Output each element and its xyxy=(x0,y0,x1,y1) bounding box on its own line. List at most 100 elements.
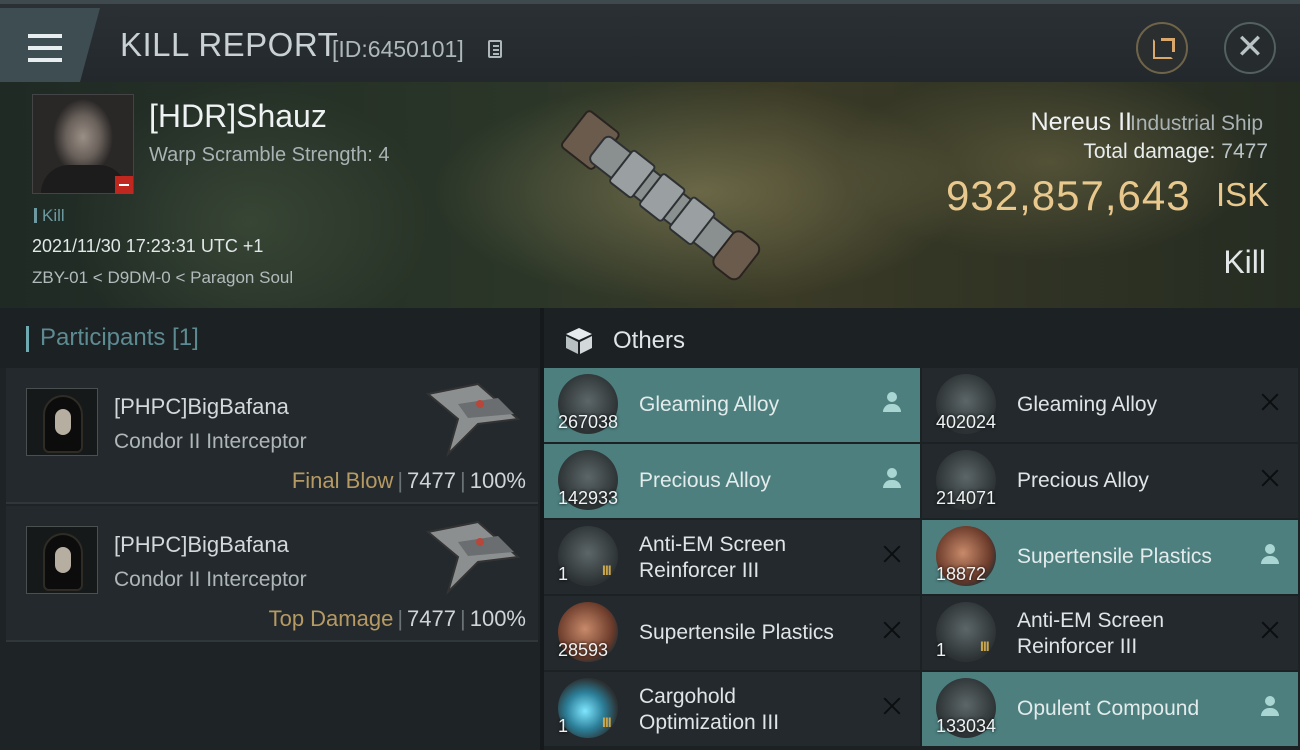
kill-location[interactable]: ZBY-01 < D9DM-0 < Paragon Soul xyxy=(32,268,293,288)
item-quantity: 402024 xyxy=(936,412,997,432)
participant-stats: Final Blow | 7477 | 100% xyxy=(291,468,526,493)
cube-icon xyxy=(566,328,592,354)
share-button[interactable] xyxy=(1136,22,1188,74)
item-quantity: 267038 xyxy=(558,412,619,432)
participant-damage: 7477 xyxy=(407,606,456,631)
participant-name: [PHPC]BigBafana xyxy=(114,394,289,419)
destroyed-x-icon xyxy=(1258,390,1282,414)
item-row[interactable]: 133034 Opulent Compound xyxy=(922,672,1298,746)
item-row[interactable]: 267038 Gleaming Alloy xyxy=(544,368,920,442)
participant-ship-image xyxy=(425,520,521,596)
item-name: Precious Alloy xyxy=(1017,469,1149,492)
dropped-person-icon xyxy=(1258,542,1282,566)
participant-damage: 7477 xyxy=(407,468,456,493)
tier-badge: III xyxy=(602,714,612,730)
item-row[interactable]: III 1 Anti-EM Screen Reinforcer III xyxy=(544,520,920,594)
kill-datetime: 2021/11/30 17:23:31 UTC +1 xyxy=(32,236,264,256)
item-quantity: 28593 xyxy=(558,640,609,660)
menu-icon-bar xyxy=(28,58,62,62)
victim-ship-name[interactable]: Nereus II xyxy=(1031,108,1132,137)
item-row[interactable]: 402024 Gleaming Alloy xyxy=(922,368,1298,442)
dropped-person-icon xyxy=(880,466,904,490)
victim-ship-class: Industrial Ship xyxy=(1130,112,1264,135)
item-name-line1: Anti-EM Screen xyxy=(1017,609,1165,632)
total-damage: Total damage: 7477 xyxy=(1083,140,1268,164)
participants-header[interactable]: Participants [1] xyxy=(0,308,540,368)
participant-avatar xyxy=(26,388,98,456)
destroyed-x-icon xyxy=(880,542,904,566)
item-quantity: 214071 xyxy=(936,488,997,508)
item-name: Gleaming Alloy xyxy=(639,393,780,416)
isk-unit: ISK xyxy=(1216,176,1270,213)
destroyed-x-icon xyxy=(1258,466,1282,490)
item-quantity: 1 xyxy=(558,716,569,736)
item-quantity: 1 xyxy=(558,564,569,584)
victim-ship-image[interactable] xyxy=(530,92,790,302)
header-accent xyxy=(26,326,29,352)
participant-percent: 100% xyxy=(469,606,526,631)
participant-tag: Top Damage xyxy=(268,606,394,631)
item-row[interactable]: 142933 Precious Alloy xyxy=(544,444,920,518)
item-row[interactable]: 214071 Precious Alloy xyxy=(922,444,1298,518)
menu-button[interactable] xyxy=(0,8,100,82)
participant-ship-image xyxy=(425,382,521,458)
total-damage-value: 7477 xyxy=(1221,140,1268,163)
participants-panel: Participants [1] [PHPC]BigBafana Condor … xyxy=(0,308,540,750)
avatar-face xyxy=(55,409,71,435)
kill-tag: Kill xyxy=(34,206,65,226)
participants-title: Participants [1] xyxy=(40,324,199,351)
menu-icon-bar xyxy=(28,46,62,50)
destroyed-x-icon xyxy=(880,618,904,642)
item-name: Supertensile Plastics xyxy=(639,621,834,644)
item-name-line1: Anti-EM Screen xyxy=(639,533,787,556)
result-label: Kill xyxy=(1223,244,1266,280)
item-quantity: 18872 xyxy=(936,564,987,584)
item-name: Opulent Compound xyxy=(1017,697,1200,720)
participant-name: [PHPC]BigBafana xyxy=(114,532,289,557)
title-bar: KILL REPORT [ID:6450101] ✕ xyxy=(0,0,1300,82)
copy-icon[interactable] xyxy=(488,40,502,58)
participant-percent: 100% xyxy=(469,468,526,493)
avatar-face xyxy=(55,547,71,573)
destroyed-x-icon xyxy=(1258,618,1282,642)
tier-badge: III xyxy=(602,562,612,578)
corp-standing-badge xyxy=(115,176,133,194)
item-name-line2: Reinforcer III xyxy=(639,559,760,582)
item-quantity: 1 xyxy=(936,640,947,660)
item-name-line1: Cargohold xyxy=(639,685,736,708)
close-button[interactable]: ✕ xyxy=(1224,22,1276,74)
menu-icon xyxy=(28,34,62,38)
participant-ship: Condor II Interceptor xyxy=(114,568,307,591)
tier-badge: III xyxy=(980,638,990,654)
item-name: Gleaming Alloy xyxy=(1017,393,1158,416)
participant-card[interactable]: [PHPC]BigBafana Condor II Interceptor Fi… xyxy=(6,368,538,504)
item-name: Supertensile Plastics xyxy=(1017,545,1212,568)
isk-value: 932,857,643 xyxy=(946,172,1191,219)
items-title: Others xyxy=(613,327,686,354)
report-id: [ID:6450101] xyxy=(332,36,464,62)
destroyed-x-icon xyxy=(880,694,904,718)
participant-avatar xyxy=(26,526,98,594)
item-quantity: 142933 xyxy=(558,488,619,508)
page-title: KILL REPORT xyxy=(120,26,339,63)
item-row[interactable]: III 1 Anti-EM Screen Reinforcer III xyxy=(922,596,1298,670)
item-row[interactable]: 18872 Supertensile Plastics xyxy=(922,520,1298,594)
items-panel: Others 267038 Gleaming Alloy 142933 Prec… xyxy=(544,308,1300,750)
item-row[interactable]: 28593 Supertensile Plastics xyxy=(544,596,920,670)
warp-scramble-text: Warp Scramble Strength: 4 xyxy=(149,144,390,166)
total-damage-label: Total damage: xyxy=(1083,140,1216,163)
victim-name[interactable]: [HDR]Shauz xyxy=(149,98,327,135)
dropped-person-icon xyxy=(1258,694,1282,718)
item-row[interactable]: III 1 Cargohold Optimization III xyxy=(544,672,920,746)
item-name-line2: Reinforcer III xyxy=(1017,635,1138,658)
participant-tag: Final Blow xyxy=(291,468,394,493)
share-arrow-icon xyxy=(1161,38,1175,52)
participant-ship: Condor II Interceptor xyxy=(114,430,307,453)
item-name: Precious Alloy xyxy=(639,469,771,492)
close-icon: ✕ xyxy=(1235,28,1265,66)
items-header: Others xyxy=(544,308,1300,370)
item-quantity: 133034 xyxy=(936,716,997,736)
participant-card[interactable]: [PHPC]BigBafana Condor II Interceptor To… xyxy=(6,506,538,642)
item-name-line2: Optimization III xyxy=(639,711,780,734)
participant-stats: Top Damage | 7477 | 100% xyxy=(268,606,526,631)
